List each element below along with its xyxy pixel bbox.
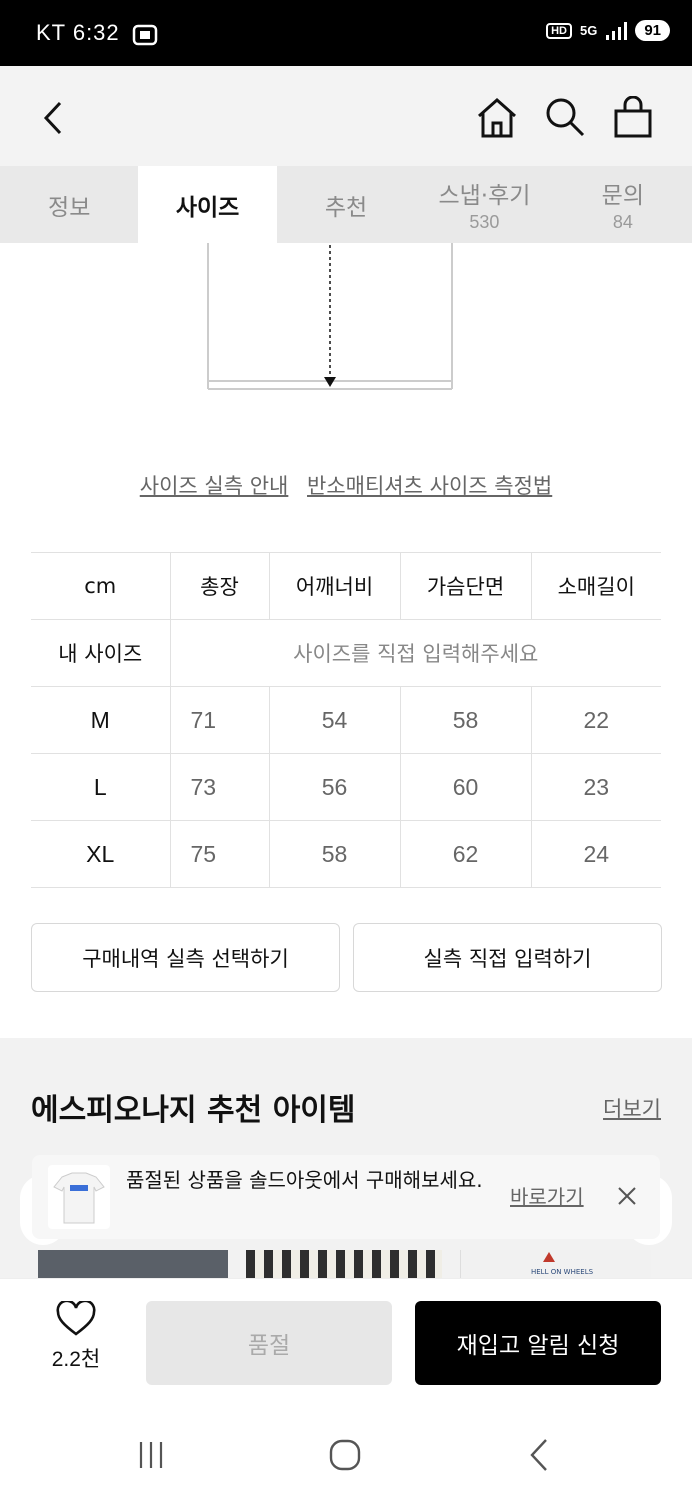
home-icon: [478, 97, 516, 138]
size-label: L: [31, 753, 170, 821]
screenshot-icon: [132, 24, 158, 46]
table-cell: 58: [268, 820, 400, 888]
my-size-row: 내 사이즈 사이즈를 직접 입력해주세요: [31, 619, 661, 687]
tab-recommend[interactable]: 추천: [277, 166, 415, 243]
like-count: 2.2천: [51, 1348, 101, 1371]
table-row: XL 75 58 62 24: [31, 820, 661, 888]
table-row: M 71 54 58 22: [31, 686, 661, 754]
tab-inquiry[interactable]: 문의 84: [554, 166, 692, 243]
tab-label: 스냅·후기: [438, 183, 531, 209]
size-label: XL: [31, 820, 170, 888]
size-measure-guide-link[interactable]: 사이즈 실측 안내: [140, 474, 289, 498]
system-nav-bar: [0, 1408, 692, 1500]
tab-label: 추천: [324, 194, 368, 221]
table-cell: 24: [530, 820, 661, 888]
hd-badge: HD: [546, 22, 572, 39]
table-cell: 58: [399, 686, 531, 754]
direct-input-button[interactable]: 실측 직접 입력하기: [353, 923, 662, 992]
tab-label: 사이즈: [175, 194, 240, 221]
recent-apps-button[interactable]: [126, 1430, 176, 1480]
table-cell: 73: [169, 753, 269, 821]
product-thumbnail[interactable]: [246, 1250, 442, 1278]
network-label: 5G: [579, 22, 598, 38]
recent-apps-icon: [139, 1442, 163, 1468]
restock-alert-button[interactable]: 재입고 알림 신청: [415, 1301, 661, 1385]
table-cell: 22: [530, 686, 661, 754]
table-cell: 71: [169, 686, 269, 754]
tab-label: 문의: [601, 183, 644, 209]
product-thumbnail[interactable]: HELL ON WHEELS: [460, 1250, 651, 1278]
toast-close-button[interactable]: [610, 1179, 644, 1213]
table-header-cell: 가슴단면: [399, 552, 531, 620]
size-table: cm 총장 어깨너비 가슴단면 소매길이 내 사이즈 사이즈를 직접 입력해주세…: [31, 552, 661, 888]
size-diagram: [207, 243, 453, 390]
search-button[interactable]: [540, 92, 590, 142]
tab-count: 84: [612, 212, 633, 232]
shopping-bag-icon: [614, 96, 652, 138]
table-header-cell: 총장: [169, 552, 269, 620]
table-cell: 23: [530, 753, 661, 821]
back-nav-button[interactable]: [514, 1430, 564, 1480]
table-cell: 54: [268, 686, 400, 754]
table-header-cell: 소매길이: [530, 552, 661, 620]
select-purchase-history-button[interactable]: 구매내역 실측 선택하기: [31, 923, 340, 992]
bottom-action-bar: 2.2천 품절 재입고 알림 신청: [0, 1278, 692, 1409]
tshirt-measure-method-link[interactable]: 반소매티셔츠 사이즈 측정법: [307, 474, 552, 498]
table-header-row: cm 총장 어깨너비 가슴단면 소매길이: [31, 552, 661, 620]
close-icon: [618, 1187, 636, 1205]
tab-bar: 정보 사이즈 추천 스냅·후기 530 문의 84: [0, 166, 692, 243]
home-button[interactable]: [472, 92, 522, 142]
table-cell: 62: [399, 820, 531, 888]
tshirt-icon: [53, 1172, 105, 1224]
heart-icon: [56, 1299, 96, 1336]
top-header: [0, 66, 692, 166]
recommended-title: 에스피오나지 추천 아이템: [31, 1093, 356, 1128]
toast-link[interactable]: 바로가기: [510, 1181, 584, 1210]
back-button[interactable]: [30, 94, 78, 142]
battery-indicator: 91: [635, 20, 670, 41]
carrier-time: KT 6:32: [36, 20, 120, 45]
home-circle-icon: [329, 1439, 361, 1471]
tab-label: 정보: [48, 194, 91, 221]
my-size-label: 내 사이즈: [31, 619, 170, 687]
shirt-print-graphic: HELL ON WHEELS: [531, 1252, 594, 1276]
table-header-cell: cm: [31, 552, 170, 620]
table-row: L 73 56 60 23: [31, 753, 661, 821]
table-header-cell: 어깨너비: [268, 552, 400, 620]
size-label: M: [31, 686, 170, 754]
tab-snap-review[interactable]: 스냅·후기 530: [415, 166, 553, 243]
home-nav-button[interactable]: [320, 1430, 370, 1480]
tab-size[interactable]: 사이즈: [138, 166, 277, 243]
tab-count: 530: [469, 212, 500, 232]
product-thumbnail[interactable]: [38, 1250, 228, 1278]
status-bar: KT 6:32 HD 5G 91: [0, 0, 692, 66]
search-icon: [546, 98, 585, 137]
like-button[interactable]: 2.2천: [40, 1299, 112, 1381]
table-cell: 75: [169, 820, 269, 888]
chevron-left-icon: [530, 1439, 547, 1471]
table-cell: 56: [268, 753, 400, 821]
more-link[interactable]: 더보기: [603, 1093, 661, 1123]
tab-info[interactable]: 정보: [0, 166, 138, 243]
soldout-toast: 품절된 상품을 솔드아웃에서 구매해보세요. 바로가기: [32, 1155, 660, 1239]
svg-text:HELL ON WHEELS: HELL ON WHEELS: [531, 1268, 594, 1276]
toast-product-image: [48, 1165, 110, 1229]
soldout-button: 품절: [146, 1301, 392, 1385]
chevron-left-icon: [43, 101, 62, 135]
table-cell: 60: [399, 753, 531, 821]
cart-button[interactable]: [608, 92, 658, 142]
toast-message: 품절된 상품을 솔드아웃에서 구매해보세요.: [126, 1168, 483, 1192]
signal-icon: [606, 21, 628, 40]
size-guide-links: 사이즈 실측 안내 반소매티셔츠 사이즈 측정법: [0, 470, 692, 500]
my-size-input-prompt[interactable]: 사이즈를 직접 입력해주세요: [169, 619, 661, 687]
